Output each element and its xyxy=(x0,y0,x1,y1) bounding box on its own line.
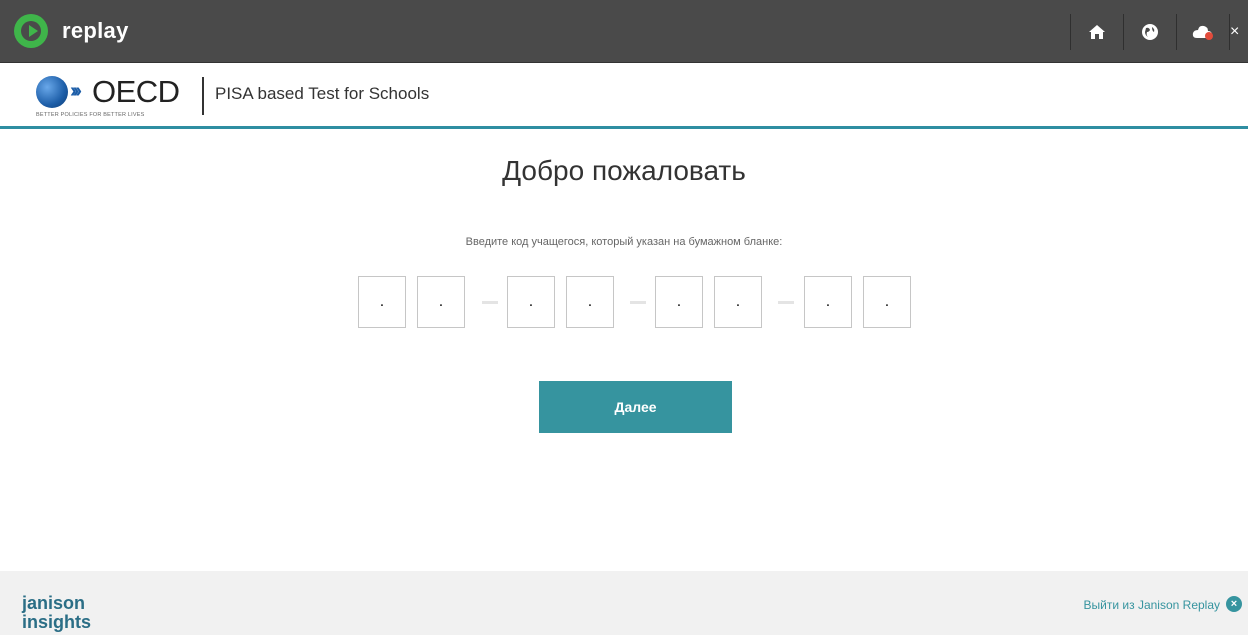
janison-logo-line1: janison xyxy=(22,593,86,613)
code-separator xyxy=(630,301,646,304)
code-field-2[interactable]: . xyxy=(417,276,465,328)
page-footer: janison insights Выйти из Janison Replay… xyxy=(0,571,1248,635)
oecd-chevrons-icon: ››› xyxy=(70,80,82,102)
janison-logo-line2: insights xyxy=(22,612,92,632)
cloud-icon xyxy=(1192,25,1213,40)
globe-icon xyxy=(1142,24,1158,40)
janison-logo: janison insights xyxy=(22,594,91,632)
replay-brand-text: replay xyxy=(62,18,129,43)
code-field-3[interactable]: . xyxy=(507,276,555,328)
code-field-1[interactable]: . xyxy=(358,276,406,328)
code-field-8[interactable]: . xyxy=(863,276,911,328)
replay-brand[interactable]: replay xyxy=(14,13,129,49)
oecd-tagline: BETTER POLICIES FOR BETTER LIVES xyxy=(36,112,145,118)
topbar-actions: × xyxy=(1070,14,1248,50)
close-icon: × xyxy=(1230,23,1240,40)
sync-button[interactable] xyxy=(1176,14,1229,50)
oecd-logo: ››› OECD BETTER POLICIES FOR BETTER LIVE… xyxy=(36,74,186,120)
code-field-7[interactable]: . xyxy=(804,276,852,328)
language-button[interactable] xyxy=(1123,14,1176,50)
oecd-logo-text: OECD xyxy=(92,74,180,109)
close-button[interactable]: × xyxy=(1229,14,1248,50)
code-instruction: Введите код учащегося, который указан на… xyxy=(465,236,783,248)
exit-replay-link[interactable]: Выйти из Janison Replay xyxy=(1084,598,1220,612)
home-icon xyxy=(1089,25,1105,39)
code-field-6[interactable]: . xyxy=(714,276,762,328)
oecd-globe-icon xyxy=(36,76,68,108)
close-circle-icon[interactable]: × xyxy=(1226,596,1242,612)
code-field-5[interactable]: . xyxy=(655,276,703,328)
site-header xyxy=(0,62,1248,129)
app-topbar: replay × xyxy=(0,0,1248,63)
header-divider xyxy=(202,77,204,115)
next-button[interactable]: Далее xyxy=(539,381,732,433)
code-separator xyxy=(778,301,794,304)
site-title: PISA based Test for Schools xyxy=(215,84,430,103)
code-field-4[interactable]: . xyxy=(566,276,614,328)
home-button[interactable] xyxy=(1070,14,1123,50)
welcome-title: Добро пожаловать xyxy=(502,155,746,186)
code-separator xyxy=(482,301,498,304)
replay-logo-icon xyxy=(14,14,48,48)
